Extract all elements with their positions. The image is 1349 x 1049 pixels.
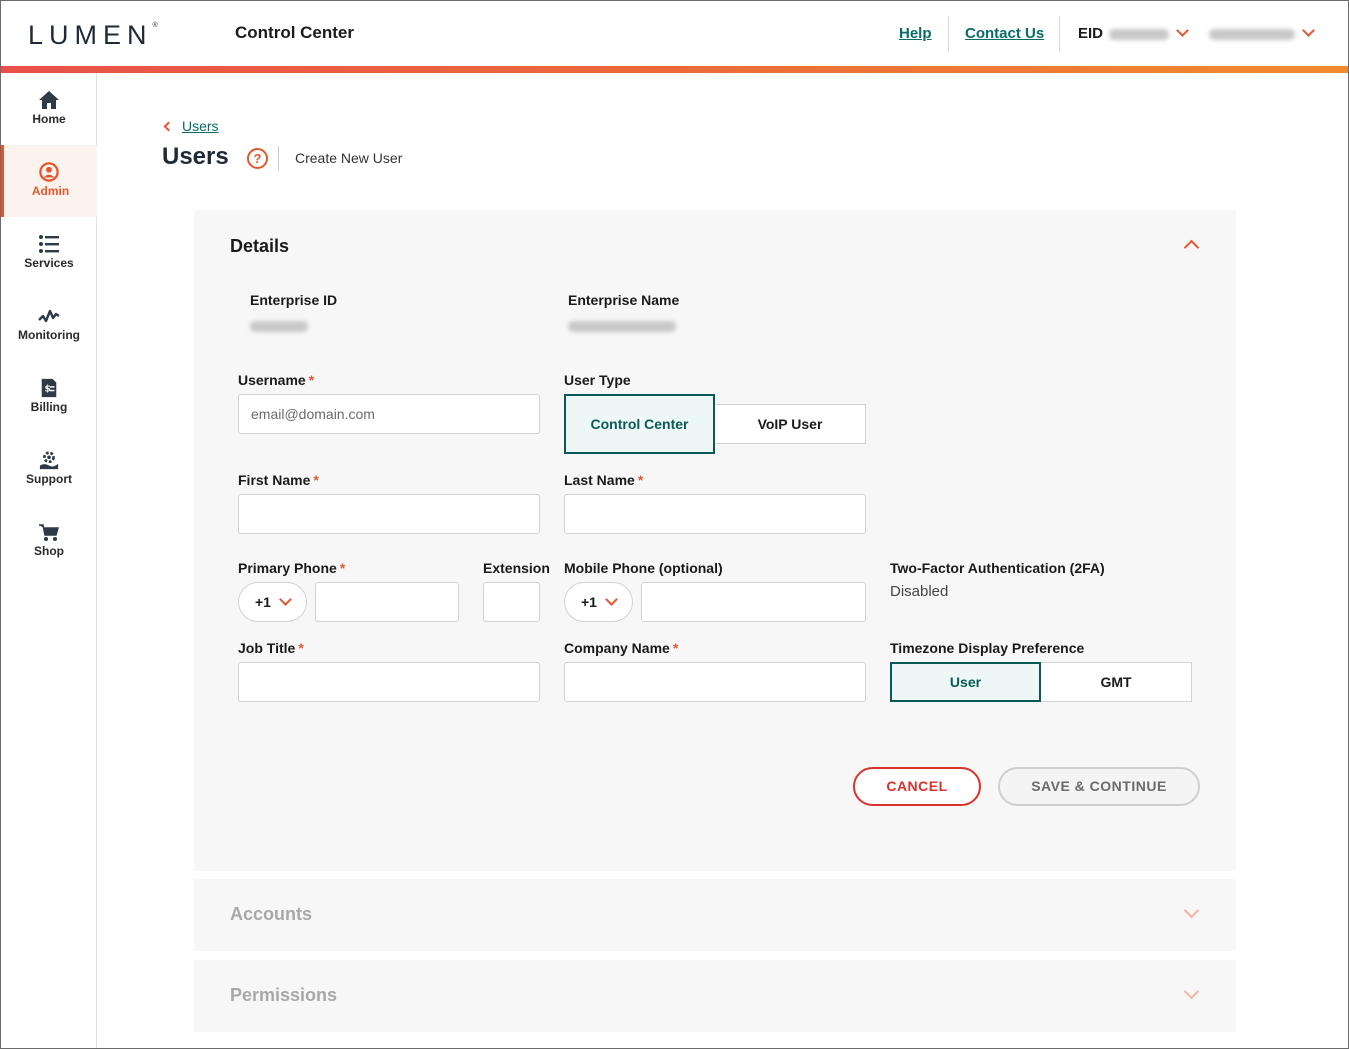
enterprise-name-label: Enterprise Name [568,292,680,308]
sidebar-item-label: Shop [34,544,64,558]
username-input[interactable] [238,394,540,434]
sidebar-item-home[interactable]: Home [1,73,97,145]
title-divider [278,146,279,171]
app-title: Control Center [235,23,354,42]
header-divider [1059,16,1060,52]
breadcrumb[interactable]: Users [162,118,219,134]
company-name-input[interactable] [564,662,866,702]
job-title-label: Job Title * [238,640,304,656]
last-name-label: Last Name * [564,472,644,488]
sidebar-item-admin[interactable]: Admin [1,145,97,217]
enterprise-name-value-redacted [568,321,676,332]
contact-us-link[interactable]: Contact Us [965,25,1044,42]
enterprise-id-value-redacted [250,321,308,332]
mobile-phone-input[interactable] [641,582,866,622]
sidebar-item-label: Billing [30,400,68,414]
mobile-phone-label: Mobile Phone (optional) [564,560,723,576]
permissions-panel[interactable]: Permissions [194,960,1236,1032]
support-icon [39,451,59,470]
timezone-user-option[interactable]: User [890,662,1041,702]
chevron-down-icon [279,593,292,606]
sidebar-item-label: Support [26,472,72,486]
company-name-label: Company Name * [564,640,679,656]
primary-phone-input[interactable] [315,582,459,622]
details-panel-title: Details [230,236,290,256]
list-icon [39,235,59,253]
eid-value-redacted [1109,29,1169,40]
pulse-icon [38,309,60,323]
eid-label: EID [1078,25,1104,42]
primary-phone-label: Primary Phone * [238,560,346,576]
enterprise-id-label: Enterprise ID [250,292,338,308]
sidebar-nav: Home Admin Services Monitoring $ Billing… [1,73,97,1048]
chevron-down-icon [1302,24,1315,37]
sidebar-item-label: Home [32,112,66,126]
chevron-left-icon [163,121,174,132]
timezone-label: Timezone Display Preference [890,640,1085,656]
sidebar-item-label: Services [24,256,74,270]
top-header: LUMEN® Control Center Help Contact Us EI… [1,1,1348,66]
lumen-logo[interactable]: LUMEN® [28,20,158,51]
save-continue-button[interactable]: SAVE & CONTINUE [998,767,1200,806]
country-code-value: +1 [255,594,271,610]
chevron-down-icon[interactable] [1183,902,1200,919]
job-title-input[interactable] [238,662,540,702]
header-accent-bar [1,66,1348,73]
accounts-panel[interactable]: Accounts [194,879,1236,951]
cancel-button[interactable]: CANCEL [853,767,981,806]
page-title: Users [162,143,229,170]
last-name-input[interactable] [564,494,866,534]
user-type-label: User Type [564,372,631,388]
app-window: LUMEN® Control Center Help Contact Us EI… [0,0,1349,1049]
extension-label: Extension [483,560,550,576]
user-type-voip-option[interactable]: VoIP User [714,404,866,444]
user-icon [39,162,59,182]
mobile-phone-country-select[interactable]: +1 [564,582,633,622]
permissions-panel-title: Permissions [230,985,338,1005]
help-link[interactable]: Help [899,25,932,42]
sidebar-item-monitoring[interactable]: Monitoring [1,289,97,361]
timezone-gmt-option[interactable]: GMT [1040,662,1192,702]
chevron-up-icon[interactable] [1183,239,1200,256]
twofa-label: Two-Factor Authentication (2FA) [890,560,1105,576]
first-name-label: First Name * [238,472,319,488]
sidebar-item-support[interactable]: Support [1,433,97,505]
cart-icon [39,524,59,541]
accounts-panel-title: Accounts [230,904,313,924]
country-code-value: +1 [581,594,597,610]
twofa-status: Disabled [890,583,949,600]
chevron-down-icon [1176,24,1189,37]
user-type-control-center-option[interactable]: Control Center [564,394,715,454]
primary-phone-country-select[interactable]: +1 [238,582,307,622]
invoice-icon: $ [41,378,57,398]
chevron-down-icon[interactable] [1183,983,1200,1000]
breadcrumb-users-link[interactable]: Users [182,118,219,134]
sidebar-item-billing[interactable]: $ Billing [1,361,97,433]
svg-text:$: $ [44,385,50,395]
header-divider [948,16,949,52]
extension-input[interactable] [483,582,540,622]
home-icon [39,91,59,109]
username-redacted [1209,29,1295,40]
sidebar-item-label: Monitoring [18,328,80,342]
page-subtitle: Create New User [295,150,403,166]
sidebar-item-shop[interactable]: Shop [1,505,97,577]
help-icon[interactable]: ? [247,148,268,169]
details-panel: Details Enterprise ID Enterprise Name Us… [194,210,1236,871]
sidebar-item-label: Admin [31,184,70,198]
sidebar-item-services[interactable]: Services [1,217,97,289]
chevron-down-icon [605,593,618,606]
first-name-input[interactable] [238,494,540,534]
username-label: Username * [238,372,315,388]
